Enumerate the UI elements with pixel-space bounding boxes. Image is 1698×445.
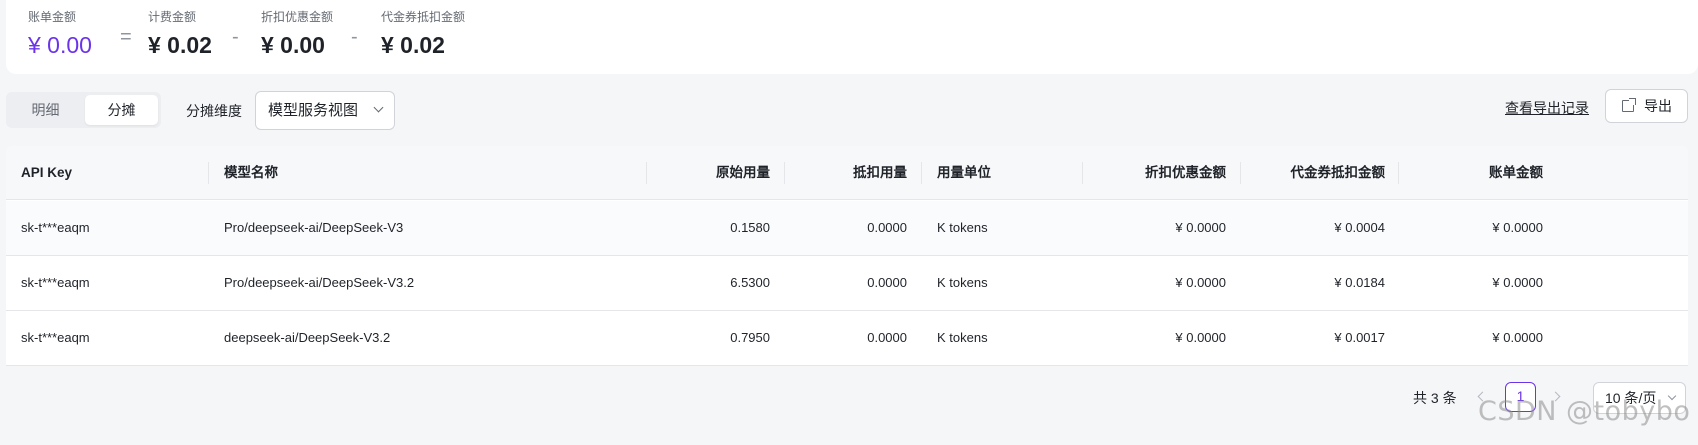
discount-amount-value: ¥ 0.00: [261, 32, 325, 58]
cell-api-key: sk-t***eaqm: [21, 275, 90, 290]
header-model: 模型名称: [224, 165, 278, 180]
cell-unit: K tokens: [937, 275, 988, 290]
billing-page: 账单金额 ¥ 0.00 = 计费金额 ¥ 0.02 - 折扣优惠金额 ¥ 0.0…: [0, 0, 1698, 445]
cell-discount: ¥ 0.0000: [1175, 330, 1226, 345]
cell-deducted-usage: 0.0000: [867, 220, 907, 235]
cell-voucher: ¥ 0.0017: [1334, 330, 1385, 345]
column-divider: [921, 162, 922, 184]
export-button[interactable]: 导出: [1605, 89, 1688, 123]
header-discount: 折扣优惠金额: [1145, 165, 1226, 180]
bill-amount: 账单金额 ¥ 0.00: [28, 10, 92, 58]
export-records-link[interactable]: 查看导出记录: [1505, 98, 1589, 118]
cell-unit: K tokens: [937, 330, 988, 345]
header-deducted-usage: 抵扣用量: [853, 165, 907, 180]
header-voucher: 代金券抵扣金额: [1290, 165, 1386, 180]
export-icon: [1622, 98, 1636, 112]
voucher-amount-label: 代金券抵扣金额: [381, 10, 466, 24]
dimension-label: 分摊维度: [186, 103, 242, 119]
view-toggle: 明细 分摊: [6, 92, 161, 128]
table-row: sk-t***eaqm Pro/deepseek-ai/DeepSeek-V3 …: [6, 201, 1688, 256]
watermark: CSDN @tobybo: [1478, 396, 1691, 427]
minus-sign: -: [351, 26, 358, 48]
cell-deducted-usage: 0.0000: [867, 330, 907, 345]
header-raw-usage: 原始用量: [716, 165, 770, 180]
export-button-label: 导出: [1644, 98, 1672, 114]
cell-raw-usage: 0.7950: [730, 330, 770, 345]
bill-summary: 账单金额 ¥ 0.00 = 计费金额 ¥ 0.02 - 折扣优惠金额 ¥ 0.0…: [6, 0, 1698, 74]
tab-allocation[interactable]: 分摊: [85, 95, 158, 125]
discount-amount-label: 折扣优惠金额: [261, 10, 334, 24]
cell-model: Pro/deepseek-ai/DeepSeek-V3.2: [224, 275, 415, 290]
usage-table: API Key 模型名称 原始用量 抵扣用量 用量单位 折扣优惠金额 代金券抵扣…: [6, 146, 1688, 366]
cell-bill: ¥ 0.0000: [1492, 220, 1543, 235]
table-row: sk-t***eaqm deepseek-ai/DeepSeek-V3.2 0.…: [6, 311, 1688, 366]
bill-amount-value: ¥ 0.00: [28, 32, 92, 58]
total-count: 共 3 条: [1413, 390, 1457, 406]
dimension-select[interactable]: 模型服务视图: [255, 91, 395, 130]
cell-unit: K tokens: [937, 220, 988, 235]
cell-voucher: ¥ 0.0184: [1334, 275, 1385, 290]
cell-raw-usage: 0.1580: [730, 220, 770, 235]
cell-voucher: ¥ 0.0004: [1334, 220, 1385, 235]
cell-api-key: sk-t***eaqm: [21, 330, 90, 345]
table-row: sk-t***eaqm Pro/deepseek-ai/DeepSeek-V3.…: [6, 256, 1688, 311]
cell-deducted-usage: 0.0000: [867, 275, 907, 290]
bill-amount-label: 账单金额: [28, 10, 77, 24]
cell-discount: ¥ 0.0000: [1175, 275, 1226, 290]
cell-bill: ¥ 0.0000: [1492, 330, 1543, 345]
chevron-down-icon: [373, 102, 384, 113]
tab-detail[interactable]: 明细: [9, 95, 82, 125]
table-header: API Key 模型名称 原始用量 抵扣用量 用量单位 折扣优惠金额 代金券抵扣…: [6, 146, 1688, 200]
cell-bill: ¥ 0.0000: [1492, 275, 1543, 290]
dimension-select-value: 模型服务视图: [268, 102, 359, 119]
charge-amount: 计费金额 ¥ 0.02: [148, 10, 212, 58]
equals-sign: =: [120, 26, 132, 48]
charge-amount-value: ¥ 0.02: [148, 32, 212, 58]
cell-model: deepseek-ai/DeepSeek-V3.2: [224, 330, 391, 345]
header-api-key: API Key: [21, 165, 73, 180]
voucher-amount: 代金券抵扣金额 ¥ 0.02: [381, 10, 465, 58]
discount-amount: 折扣优惠金额 ¥ 0.00: [261, 10, 333, 58]
charge-amount-label: 计费金额: [148, 10, 197, 24]
voucher-amount-value: ¥ 0.02: [381, 32, 445, 58]
cell-model: Pro/deepseek-ai/DeepSeek-V3: [224, 220, 404, 235]
header-unit: 用量单位: [937, 165, 991, 180]
header-bill: 账单金额: [1489, 165, 1543, 180]
cell-raw-usage: 6.5300: [730, 275, 770, 290]
cell-discount: ¥ 0.0000: [1175, 220, 1226, 235]
cell-api-key: sk-t***eaqm: [21, 220, 90, 235]
column-divider: [208, 162, 209, 184]
minus-sign: -: [232, 26, 239, 48]
